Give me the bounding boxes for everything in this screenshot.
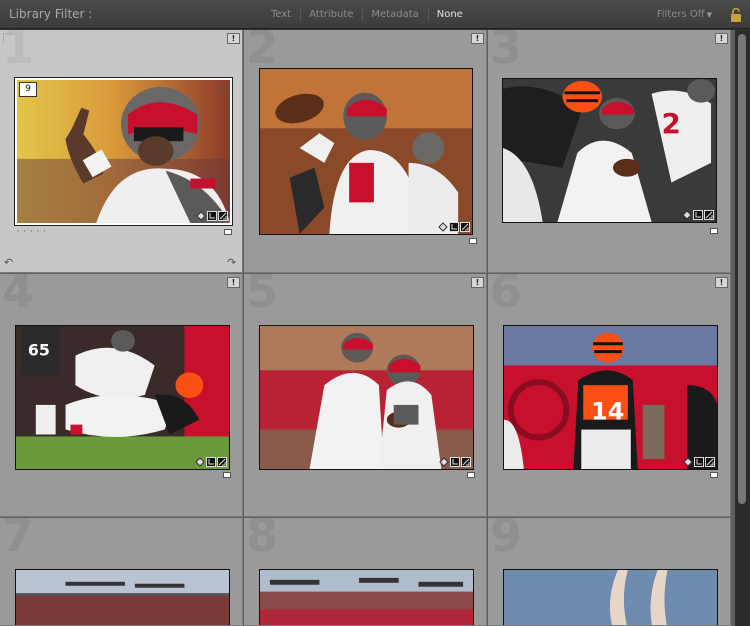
photo-running-play: 2 — [503, 79, 716, 222]
photo-thumbnail[interactable] — [503, 569, 718, 625]
rotate-right-icon[interactable]: ↷ — [227, 257, 238, 268]
keyword-tag-icon[interactable] — [439, 457, 449, 467]
photo-handoff — [260, 326, 473, 469]
select-circle-icon[interactable] — [217, 84, 226, 93]
thumbnail-badges — [682, 210, 714, 220]
photo-thumbnail[interactable]: 65 — [15, 325, 230, 470]
thumbnail-grid: 1 ! 9 ····· ↶ ↷ 2 ! 3 ! 2 4 ! 65 5 ! 6 !… — [0, 30, 735, 626]
keyword-tag-icon[interactable] — [682, 210, 692, 220]
grid-cell[interactable]: 4 ! 65 — [0, 274, 243, 517]
quick-collection-marker[interactable] — [223, 472, 231, 478]
cell-index: 4 — [2, 274, 35, 318]
rotate-left-icon[interactable]: ↶ — [4, 257, 15, 268]
filter-option-attribute[interactable]: Attribute — [300, 8, 362, 21]
filter-options: Text Attribute Metadata None — [262, 8, 472, 21]
photo-thumbnail[interactable] — [15, 569, 230, 625]
svg-text:14: 14 — [591, 398, 624, 426]
filter-option-text[interactable]: Text — [262, 9, 300, 20]
filter-presets-label: Filters Off — [656, 9, 705, 20]
scrollbar-thumb[interactable] — [738, 34, 746, 504]
filter-option-metadata[interactable]: Metadata — [362, 8, 427, 21]
crop-icon[interactable] — [694, 457, 704, 467]
photo-thumbnail[interactable]: 9 — [14, 77, 233, 226]
quick-collection-marker[interactable] — [469, 238, 477, 244]
corner-mark — [3, 33, 13, 43]
library-filter-title: Library Filter : — [9, 7, 93, 21]
flag-icon[interactable]: ! — [227, 33, 240, 44]
photo-thumbnail[interactable]: 2 — [502, 78, 717, 223]
grid-cell[interactable]: 8 — [244, 518, 487, 626]
library-filter-bar: Library Filter : Text Attribute Metadata… — [0, 0, 750, 29]
grid-cell[interactable]: 7 — [0, 518, 243, 626]
thumbnail-badges — [683, 457, 715, 467]
grid-cell[interactable]: 6 ! 14 — [488, 274, 731, 517]
thumbnail-badges — [439, 457, 471, 467]
lock-icon[interactable] — [730, 7, 742, 23]
stack-count-badge[interactable]: 9 — [19, 82, 37, 97]
photo-qb-pointing — [17, 80, 230, 223]
develop-adjust-icon[interactable] — [461, 457, 471, 467]
grid-cell[interactable]: 5 ! — [244, 274, 487, 517]
grid-cell[interactable]: 1 ! 9 ····· ↶ ↷ — [0, 30, 243, 273]
develop-adjust-icon[interactable] — [705, 457, 715, 467]
flag-icon[interactable]: ! — [471, 277, 484, 288]
photo-tackle-field: 65 — [16, 326, 229, 469]
crop-icon[interactable] — [450, 457, 460, 467]
flag-icon[interactable]: ! — [471, 33, 484, 44]
grid-cell[interactable]: 2 ! — [244, 30, 487, 273]
quick-collection-marker[interactable] — [224, 229, 232, 235]
quick-collection-marker[interactable] — [467, 472, 475, 478]
photo-stadium — [16, 570, 229, 625]
thumbnail-badges — [195, 457, 227, 467]
crop-icon[interactable] — [693, 210, 703, 220]
develop-adjust-icon[interactable] — [704, 210, 714, 220]
svg-text:2: 2 — [662, 107, 681, 140]
grid-cell[interactable]: 9 — [488, 518, 731, 626]
crop-icon[interactable] — [207, 211, 217, 221]
photo-smoke-sky — [504, 570, 717, 625]
crop-icon[interactable] — [449, 222, 459, 232]
grid-cell[interactable]: 3 ! 2 — [488, 30, 731, 273]
svg-text:65: 65 — [28, 341, 50, 360]
keyword-tag-icon[interactable] — [195, 457, 205, 467]
quick-collection-marker[interactable] — [710, 472, 718, 478]
cell-index: 5 — [246, 274, 279, 318]
thumbnail-badges — [438, 222, 470, 232]
cell-index: 8 — [246, 518, 279, 562]
quick-collection-marker[interactable] — [710, 228, 718, 234]
photo-thumbnail[interactable] — [259, 68, 473, 235]
photo-bengals-qb: 14 — [504, 326, 717, 469]
flag-icon[interactable]: ! — [227, 277, 240, 288]
cell-index: 7 — [2, 518, 35, 562]
crop-icon[interactable] — [206, 457, 216, 467]
cell-index: 2 — [246, 30, 279, 74]
chevron-down-icon: ▼ — [706, 11, 712, 19]
flag-icon[interactable]: ! — [715, 277, 728, 288]
vertical-scrollbar[interactable] — [735, 30, 750, 626]
thumbnail-badges — [196, 211, 228, 221]
photo-thumbnail[interactable] — [259, 325, 474, 470]
filter-presets-dropdown[interactable]: Filters Off ▼ — [657, 9, 712, 20]
develop-adjust-icon[interactable] — [217, 457, 227, 467]
filter-option-none[interactable]: None — [427, 8, 472, 21]
photo-stadium-crowd — [260, 570, 473, 625]
cell-index: 9 — [490, 518, 523, 562]
cell-index: 3 — [490, 30, 523, 74]
flag-icon[interactable]: ! — [715, 33, 728, 44]
keyword-tag-icon[interactable] — [683, 457, 693, 467]
photo-thumbnail[interactable] — [259, 569, 474, 625]
photo-thumbnail[interactable]: 14 — [503, 325, 718, 470]
keyword-tag-icon[interactable] — [438, 222, 448, 232]
photo-qb-throwing — [260, 69, 472, 234]
develop-adjust-icon[interactable] — [218, 211, 228, 221]
keyword-tag-icon[interactable] — [196, 211, 206, 221]
cell-index: 6 — [490, 274, 523, 318]
star-rating[interactable]: ····· — [17, 227, 50, 236]
develop-adjust-icon[interactable] — [460, 222, 470, 232]
